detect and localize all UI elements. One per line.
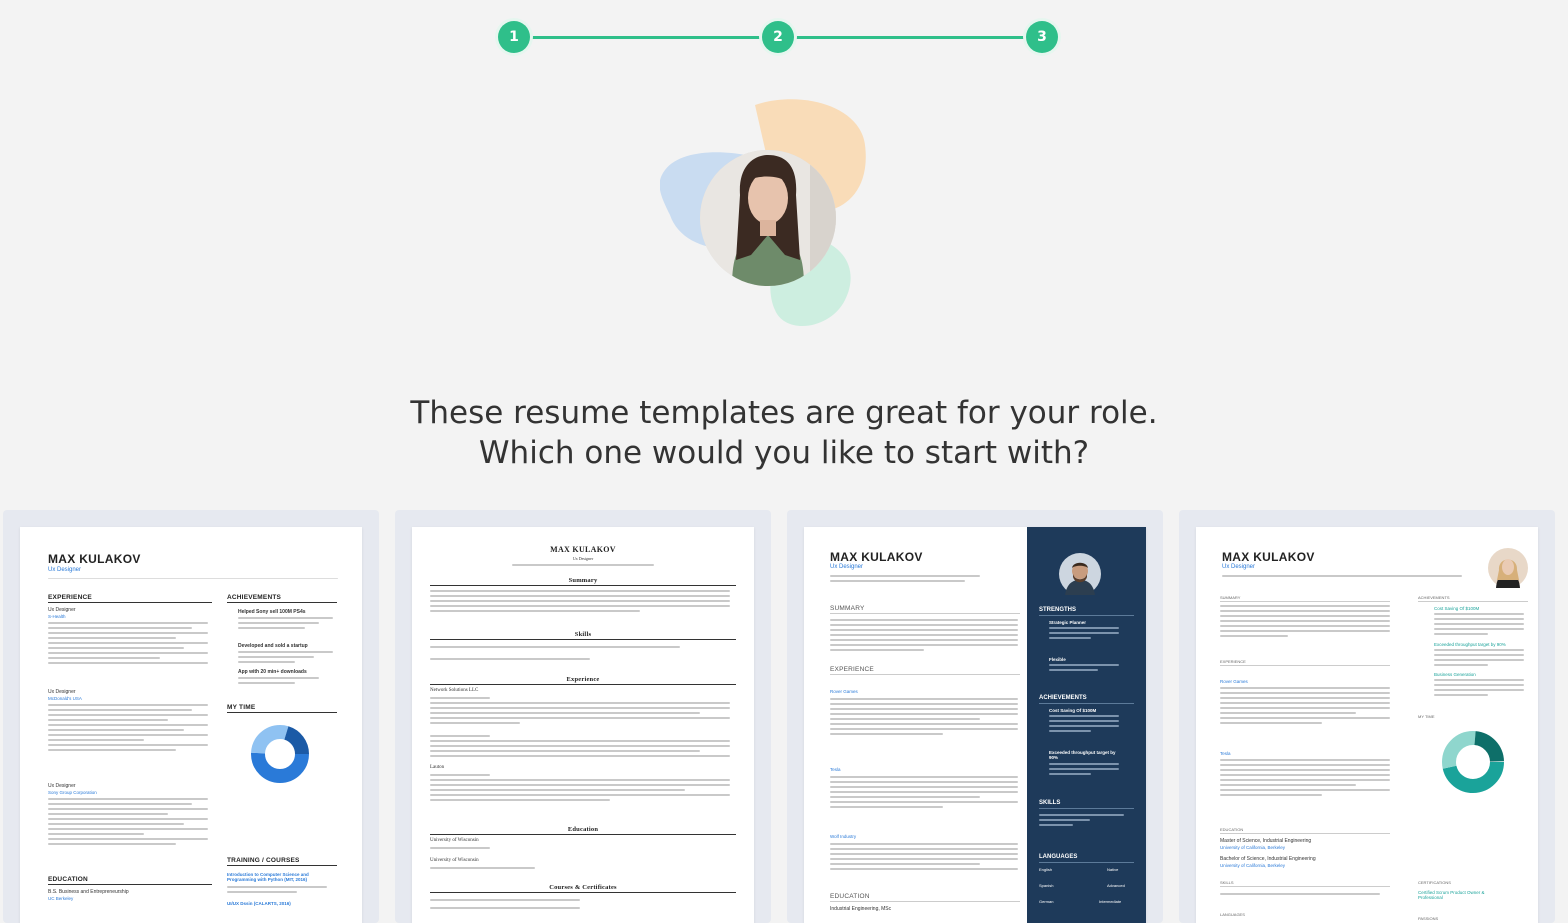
resume-role: Ux Designer [830,564,864,570]
resume-name: MAX KULAKOV [550,545,616,554]
school: University of Wisconsin [430,838,479,843]
step-connector [514,36,778,39]
resume-name: MAX KULAKOV [830,550,923,564]
degree: Master of Science, Industrial Engineerin… [1220,838,1312,844]
section-heading: STRENGTHS [1039,607,1077,613]
company: Wolf Industry [830,834,857,839]
resume-name: MAX KULAKOV [1222,550,1315,564]
time-donut-chart [1442,731,1504,793]
language-level: Native [1107,867,1119,872]
template-card-1[interactable]: MAX KULAKOV Ux Designer EXPERIENCE Ux De… [3,510,379,923]
company: Sony Group Corporation [48,790,97,795]
section-heading: Skills [574,631,592,638]
language: German [1039,899,1054,904]
resume-preview: MAX KULAKOV Ux Designer SUMMARY EXPERIEN… [804,527,1146,923]
time-donut-chart [251,725,309,783]
school: University of Wisconsin [430,858,479,863]
headline-line-2: Which one would you like to start with? [478,435,1090,471]
school: UC Berkeley [48,896,74,901]
progress-stepper: 1 2 3 [498,21,1058,53]
resume-sidebar: STRENGTHS Strategic Planner Flexible ACH… [1027,527,1146,923]
section-heading: SKILLS [1039,800,1061,806]
achievement: Exceeded throughput target by 90% [1434,642,1506,647]
company: Network Solutions LLC [430,688,479,693]
language: Spanish [1039,883,1054,888]
job-title: Ux Designer [48,783,76,789]
school: University of California, Berkeley [1220,845,1286,850]
section-heading: TRAINING / COURSES [227,857,300,864]
page-headline: These resume templates are great for you… [0,393,1568,473]
resume-preview: MAX KULAKOV Ux Designer Summary Skills E… [412,527,754,923]
section-heading: EDUCATION [1220,827,1244,832]
section-heading: EXPERIENCE [1220,659,1246,664]
section-heading: SUMMARY [830,605,865,612]
section-heading: SKILLS [1220,880,1234,885]
section-heading: ACHIEVEMENTS [1418,595,1450,600]
section-heading: ACHIEVEMENTS [227,594,282,601]
section-heading: EXPERIENCE [830,666,874,673]
section-heading: CERTIFICATIONS [1418,880,1451,885]
section-heading: Summary [568,577,598,584]
degree: Industrial Engineering, MSc [830,906,892,912]
template-card-2[interactable]: MAX KULAKOV Ux Designer Summary Skills E… [395,510,771,923]
company: McDonald's USA [48,696,82,701]
step-connector [778,36,1042,39]
section-heading: EDUCATION [48,876,88,883]
section-heading: MY TIME [227,704,256,711]
section-heading: ACHIEVEMENTS [1039,695,1087,701]
language-level: Advanced [1107,883,1125,888]
resume-preview: MAX KULAKOV Ux Designer EXPERIENCE Ux De… [20,527,362,923]
step-3[interactable]: 3 [1026,21,1058,53]
company: Tesla [830,767,841,772]
strength: Strategic Planner [1049,620,1087,625]
template-card-3[interactable]: MAX KULAKOV Ux Designer SUMMARY EXPERIEN… [787,510,1163,923]
avatar [1488,548,1528,588]
section-heading: Experience [566,676,600,683]
template-card-4[interactable]: MAX KULAKOV Ux Designer SUMMARY EXPERIEN… [1179,510,1555,923]
resume-role: Ux Designer [572,556,594,561]
section-heading: LANGUAGES [1039,854,1078,860]
certification: Certified Scrum Product Owner & Professi… [1418,890,1485,900]
section-heading: Courses & Certificates [549,884,617,891]
profile-illustration [660,99,866,327]
achievement: Helped Sony sell 100M PS4s [238,609,306,615]
section-heading: EDUCATION [830,893,870,900]
company: Tesla [1220,751,1231,756]
section-heading: LANGUAGES [1220,912,1245,917]
section-heading: EXPERIENCE [48,594,92,601]
language: English [1039,867,1053,872]
resume-preview: MAX KULAKOV Ux Designer SUMMARY EXPERIEN… [1196,527,1538,923]
achievement: Cost Saving Of $100M [1049,708,1097,713]
strength: Flexible [1049,657,1066,662]
section-heading: PASSIONS [1418,916,1439,921]
degree: B.S. Business and Entrepreneurship [48,889,129,895]
section-heading: SUMMARY [1220,595,1241,600]
achievement: Exceeded throughput target by 90% [1049,750,1116,760]
achievement: Business Generation [1434,672,1476,677]
course: UI/UX Dssin (CALARTS, 2016) [227,901,291,906]
section-heading: MY TIME [1418,714,1435,719]
language-level: Intermediate [1099,899,1122,904]
job-title: Ux Designer [48,689,76,695]
company: Rover Games [1220,679,1248,684]
job-title: Ux Designer [48,607,76,613]
company: Rover Games [830,689,858,694]
school: University of California, Berkeley [1220,863,1286,868]
avatar [1059,553,1101,595]
resume-name: MAX KULAKOV [48,552,141,566]
achievement: App with 20 min+ downloads [238,669,307,675]
company: Lauton [430,765,445,770]
step-2[interactable]: 2 [762,21,794,53]
resume-role: Ux Designer [1222,564,1256,570]
resume-role: Ux Designer [48,567,82,573]
achievement: Cost Saving Of $100M [1434,606,1480,611]
course: Introduction to Computer Science and Pro… [227,872,309,882]
company: S-Health [48,614,66,619]
headline-line-1: These resume templates are great for you… [410,395,1158,431]
degree: Bachelor of Science, Industrial Engineer… [1220,856,1316,862]
section-heading: Education [567,826,599,833]
achievement: Developed and sold a startup [238,643,308,649]
step-1[interactable]: 1 [498,21,530,53]
